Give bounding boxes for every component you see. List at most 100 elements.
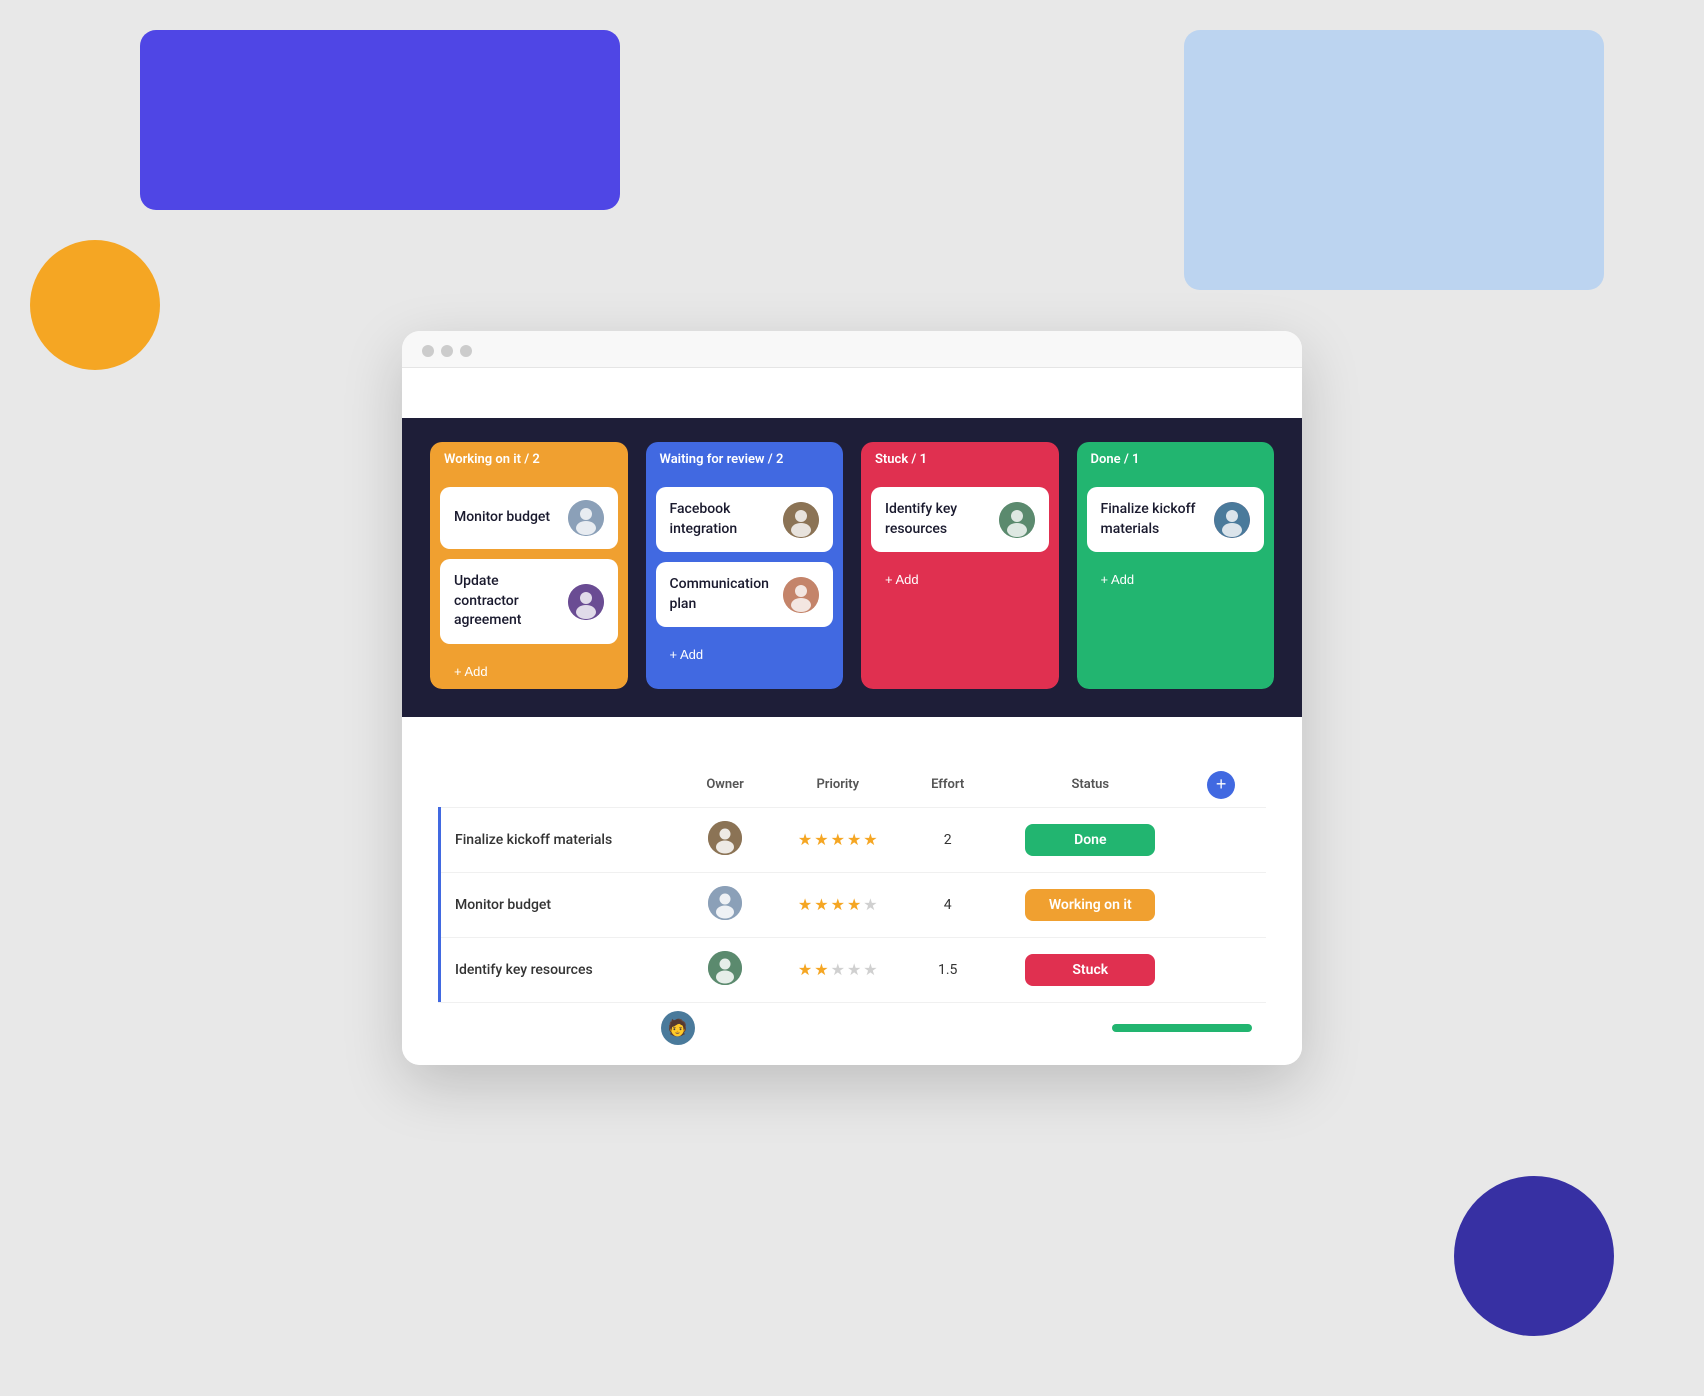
col-header-task bbox=[440, 763, 683, 808]
task-card-name: Update contractor agreement bbox=[454, 572, 558, 631]
table-cell-priority: ★★★★★ bbox=[768, 937, 908, 1002]
task-card[interactable]: Update contractor agreement bbox=[440, 559, 618, 644]
column-header-waiting: Waiting for review / 2 bbox=[646, 442, 844, 477]
add-task-button-stuck[interactable]: + Add bbox=[871, 562, 1049, 597]
task-avatar bbox=[1214, 502, 1250, 538]
star-filled: ★ bbox=[863, 830, 877, 849]
task-card-name: Facebook integration bbox=[670, 500, 774, 539]
column-body-waiting: Facebook integration Communication plan + … bbox=[646, 477, 844, 689]
bg-purple-rect bbox=[140, 30, 620, 210]
window-controls bbox=[422, 345, 472, 357]
app-window: Working on it / 2 Monitor budget Update co… bbox=[402, 331, 1302, 1065]
table-header-row: Owner Priority Effort Status + bbox=[440, 763, 1267, 808]
status-badge: Stuck bbox=[1025, 954, 1155, 986]
table-cell-effort: 2 bbox=[908, 807, 988, 872]
dot-minimize bbox=[441, 345, 453, 357]
table-cell-status: Done bbox=[987, 807, 1193, 872]
title-bar bbox=[402, 331, 1302, 368]
star-filled: ★ bbox=[847, 830, 861, 849]
add-column-button[interactable]: + bbox=[1207, 771, 1235, 799]
dot-maximize bbox=[460, 345, 472, 357]
task-card-name: Finalize kickoff materials bbox=[1101, 500, 1205, 539]
table-cell-owner bbox=[682, 807, 767, 872]
kanban-column-waiting: Waiting for review / 2Facebook integrati… bbox=[646, 442, 844, 689]
task-table: Owner Priority Effort Status + Finalize … bbox=[438, 763, 1266, 1002]
table-cell-name: Identify key resources bbox=[440, 937, 683, 1002]
column-body-working: Monitor budget Update contractor agreemen… bbox=[430, 477, 628, 689]
kanban-column-stuck: Stuck / 1 Identify key resources + Add bbox=[861, 442, 1059, 689]
table-cell-priority: ★★★★★ bbox=[768, 872, 908, 937]
col-header-owner: Owner bbox=[682, 763, 767, 808]
add-task-button-waiting[interactable]: + Add bbox=[656, 637, 834, 672]
kanban-column-done: Done / 1 Finalize kickoff materials + Add bbox=[1077, 442, 1275, 689]
star-empty: ★ bbox=[863, 895, 877, 914]
task-card-name: Communication plan bbox=[670, 575, 774, 614]
column-header-working: Working on it / 2 bbox=[430, 442, 628, 477]
task-card[interactable]: Finalize kickoff materials bbox=[1087, 487, 1265, 552]
table-owner-avatar bbox=[708, 886, 742, 920]
star-filled: ★ bbox=[814, 830, 828, 849]
star-empty: ★ bbox=[863, 960, 877, 979]
col-header-status: Status bbox=[987, 763, 1193, 808]
stars-display: ★★★★★ bbox=[782, 830, 894, 849]
table-row[interactable]: Identify key resources ★★★★★ 1.5 Stuck bbox=[440, 937, 1267, 1002]
column-header-done: Done / 1 bbox=[1077, 442, 1275, 477]
stars-display: ★★★★★ bbox=[782, 960, 894, 979]
kanban-column-working: Working on it / 2 Monitor budget Update co… bbox=[430, 442, 628, 689]
status-badge: Working on it bbox=[1025, 889, 1155, 921]
add-task-button-done[interactable]: + Add bbox=[1087, 562, 1265, 597]
table-cell-extra bbox=[1193, 807, 1266, 872]
column-body-done: Finalize kickoff materials + Add bbox=[1077, 477, 1275, 689]
table-cell-status: Working on it bbox=[987, 872, 1193, 937]
partial-row: 🧑 bbox=[438, 1002, 1266, 1045]
task-avatar bbox=[783, 577, 819, 613]
task-avatar bbox=[568, 584, 604, 620]
star-filled: ★ bbox=[831, 895, 845, 914]
table-cell-extra bbox=[1193, 872, 1266, 937]
task-avatar bbox=[783, 502, 819, 538]
status-badge: Done bbox=[1025, 824, 1155, 856]
col-header-effort: Effort bbox=[908, 763, 988, 808]
star-filled: ★ bbox=[814, 895, 828, 914]
column-header-stuck: Stuck / 1 bbox=[861, 442, 1059, 477]
task-card[interactable]: Communication plan bbox=[656, 562, 834, 627]
table-cell-effort: 1.5 bbox=[908, 937, 988, 1002]
table-owner-avatar bbox=[708, 951, 742, 985]
task-avatar bbox=[568, 500, 604, 536]
task-card[interactable]: Monitor budget bbox=[440, 487, 618, 549]
table-cell-extra bbox=[1193, 937, 1266, 1002]
dot-close bbox=[422, 345, 434, 357]
bg-yellow-circle bbox=[30, 240, 160, 370]
bg-dark-blue-circle bbox=[1454, 1176, 1614, 1336]
table-cell-owner bbox=[682, 872, 767, 937]
star-filled: ★ bbox=[798, 830, 812, 849]
table-cell-name: Finalize kickoff materials bbox=[440, 807, 683, 872]
table-cell-priority: ★★★★★ bbox=[768, 807, 908, 872]
table-row[interactable]: Finalize kickoff materials★★★★★2Done bbox=[440, 807, 1267, 872]
table-owner-avatar bbox=[708, 821, 742, 855]
star-filled: ★ bbox=[798, 960, 812, 979]
partial-avatar: 🧑 bbox=[661, 1011, 695, 1045]
star-filled: ★ bbox=[798, 895, 812, 914]
partial-status-bar bbox=[1112, 1024, 1252, 1032]
table-cell-name: Monitor budget bbox=[440, 872, 683, 937]
star-empty: ★ bbox=[847, 960, 861, 979]
task-card-name: Identify key resources bbox=[885, 500, 989, 539]
stars-display: ★★★★★ bbox=[782, 895, 894, 914]
task-card-name: Monitor budget bbox=[454, 508, 558, 528]
star-filled: ★ bbox=[831, 830, 845, 849]
task-avatar bbox=[999, 502, 1035, 538]
kanban-board: Working on it / 2 Monitor budget Update co… bbox=[402, 418, 1302, 717]
star-empty: ★ bbox=[831, 960, 845, 979]
table-cell-owner bbox=[682, 937, 767, 1002]
table-cell-status: Stuck bbox=[987, 937, 1193, 1002]
page-header bbox=[402, 368, 1302, 418]
table-row[interactable]: Monitor budget ★★★★★ 4 Working on it bbox=[440, 872, 1267, 937]
table-cell-effort: 4 bbox=[908, 872, 988, 937]
table-section: Owner Priority Effort Status + Finalize … bbox=[402, 717, 1302, 1065]
bg-blue-rect bbox=[1184, 30, 1604, 290]
task-card[interactable]: Identify key resources bbox=[871, 487, 1049, 552]
column-body-stuck: Identify key resources + Add bbox=[861, 477, 1059, 689]
task-card[interactable]: Facebook integration bbox=[656, 487, 834, 552]
add-task-button-working[interactable]: + Add bbox=[440, 654, 618, 689]
